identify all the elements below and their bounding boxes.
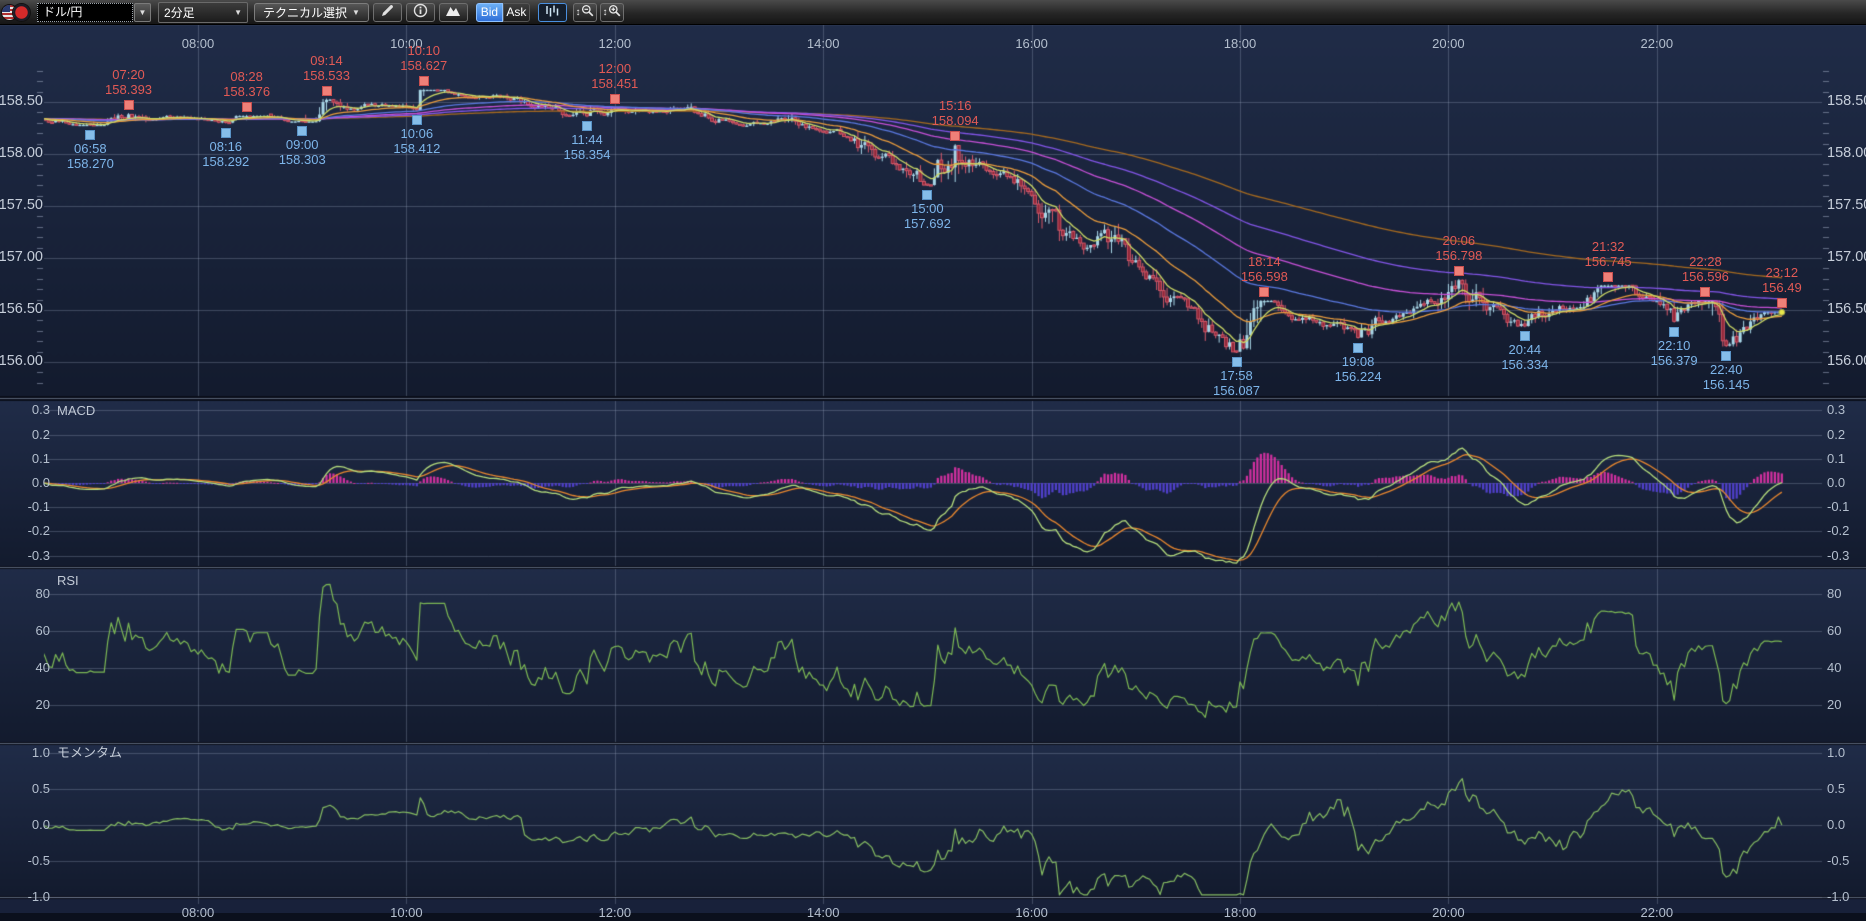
currency-pair-select[interactable]: ドル/円 [37, 3, 133, 22]
toolbar: ドル/円 ▼ 2分足 ▼ テクニカル選択 ▼ Bi [0, 0, 1866, 25]
jpy-flag-icon [13, 4, 30, 21]
bid-ask-toggle: Bid Ask [476, 3, 530, 22]
pencil-icon [380, 3, 395, 21]
timeframe-value: 2分足 [164, 4, 195, 21]
technical-select-button[interactable]: テクニカル選択 ▼ [254, 3, 369, 22]
chevron-down-icon: ▼ [139, 8, 147, 17]
chevron-down-icon: ▼ [352, 8, 360, 17]
chevron-down-icon: ▼ [234, 8, 242, 17]
mountain-icon [445, 4, 461, 20]
chart-application: MACD RSI モメンタム 08:0008:0010:0010:0012:00… [0, 0, 1866, 913]
bid-button[interactable]: Bid [476, 3, 503, 22]
ask-button[interactable]: Ask [503, 3, 530, 22]
currency-flags [2, 3, 34, 21]
vertical-arrows-icon: ↕ [602, 7, 607, 18]
zoom-in-button[interactable]: ↕ [600, 3, 624, 22]
zoom-in-icon [608, 4, 621, 20]
vertical-arrows-icon: ↕ [575, 7, 580, 18]
info-button[interactable] [406, 3, 435, 22]
chart-canvas[interactable] [0, 0, 1866, 913]
timeframe-select[interactable]: 2分足 ▼ [158, 2, 248, 23]
chart-type-button[interactable] [538, 3, 567, 22]
bar-chart-icon [544, 4, 560, 21]
zoom-out-icon [581, 4, 594, 20]
zoom-out-button[interactable]: ↕ [573, 3, 597, 22]
currency-pair-dropdown-button[interactable]: ▼ [134, 3, 151, 22]
info-icon [413, 3, 428, 21]
draw-tool-button[interactable] [373, 3, 402, 22]
currency-pair-value: ドル/円 [43, 5, 82, 19]
area-chart-button[interactable] [439, 3, 468, 22]
